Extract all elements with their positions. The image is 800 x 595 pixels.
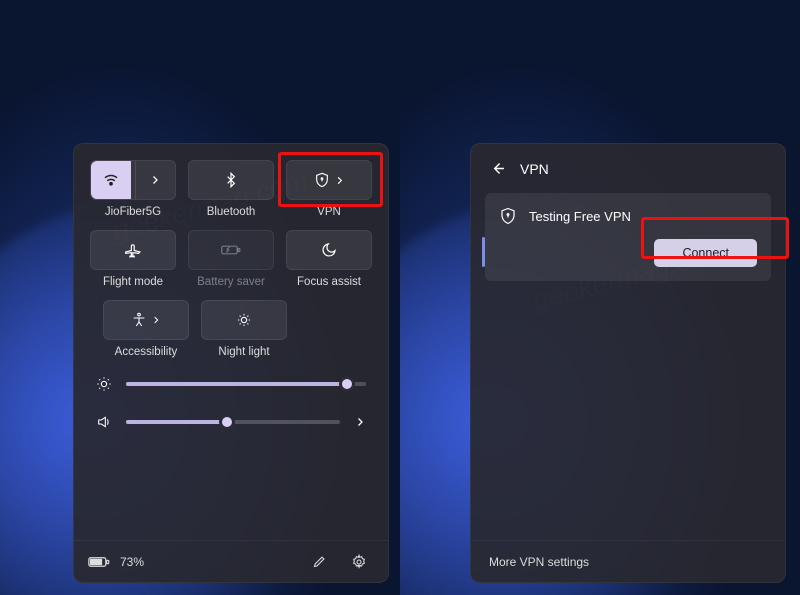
quick-settings-footer: 73% <box>74 540 388 582</box>
vpn-panel-title: VPN <box>520 161 549 177</box>
accessibility-icon <box>131 312 147 328</box>
annotation-highlight <box>641 217 789 259</box>
edit-button[interactable] <box>304 547 334 577</box>
night-light-label: Night light <box>218 346 269 358</box>
flight-mode-label: Flight mode <box>103 276 163 288</box>
wifi-expand-button[interactable] <box>135 161 176 199</box>
chevron-right-icon <box>149 174 161 186</box>
bluetooth-icon <box>223 172 239 188</box>
battery-saver-icon <box>221 243 241 257</box>
wifi-toggle[interactable] <box>91 161 131 199</box>
accessibility-tile[interactable] <box>103 300 189 340</box>
vpn-connection-name: Testing Free VPN <box>529 209 631 224</box>
more-vpn-settings-link[interactable]: More VPN settings <box>489 555 589 569</box>
settings-button[interactable] <box>344 547 374 577</box>
chevron-right-icon <box>151 315 161 325</box>
pencil-icon <box>312 554 327 569</box>
wifi-label: JioFiber5G <box>105 206 161 218</box>
wifi-tile[interactable] <box>90 160 176 200</box>
battery-percentage: 73% <box>120 555 144 569</box>
bluetooth-tile[interactable] <box>188 160 274 200</box>
flight-mode-tile[interactable] <box>90 230 176 270</box>
focus-assist-tile[interactable] <box>286 230 372 270</box>
vpn-label: VPN <box>317 206 341 218</box>
brightness-icon <box>96 376 112 392</box>
bluetooth-label: Bluetooth <box>207 206 256 218</box>
night-light-tile[interactable] <box>201 300 287 340</box>
gear-icon <box>351 554 367 570</box>
airplane-icon <box>125 242 142 259</box>
battery-status-icon <box>88 555 110 569</box>
quick-settings-panel: JioFiber5G Bluetooth VPN Flight mode <box>73 143 389 583</box>
volume-icon <box>96 414 112 430</box>
selection-indicator <box>482 237 485 267</box>
vpn-panel: VPN Testing Free VPN Connect More VPN se… <box>470 143 786 583</box>
back-arrow-icon[interactable] <box>489 160 506 177</box>
moon-icon <box>321 242 337 258</box>
brightness-slider[interactable] <box>96 376 366 392</box>
battery-saver-tile[interactable] <box>188 230 274 270</box>
accessibility-label: Accessibility <box>115 346 178 358</box>
volume-slider[interactable] <box>96 414 366 430</box>
wifi-icon <box>102 171 120 189</box>
night-light-icon <box>236 312 252 328</box>
focus-assist-label: Focus assist <box>297 276 361 288</box>
chevron-right-icon[interactable] <box>354 416 366 428</box>
shield-lock-icon <box>499 207 517 225</box>
annotation-highlight <box>278 152 383 207</box>
battery-saver-label: Battery saver <box>197 276 265 288</box>
